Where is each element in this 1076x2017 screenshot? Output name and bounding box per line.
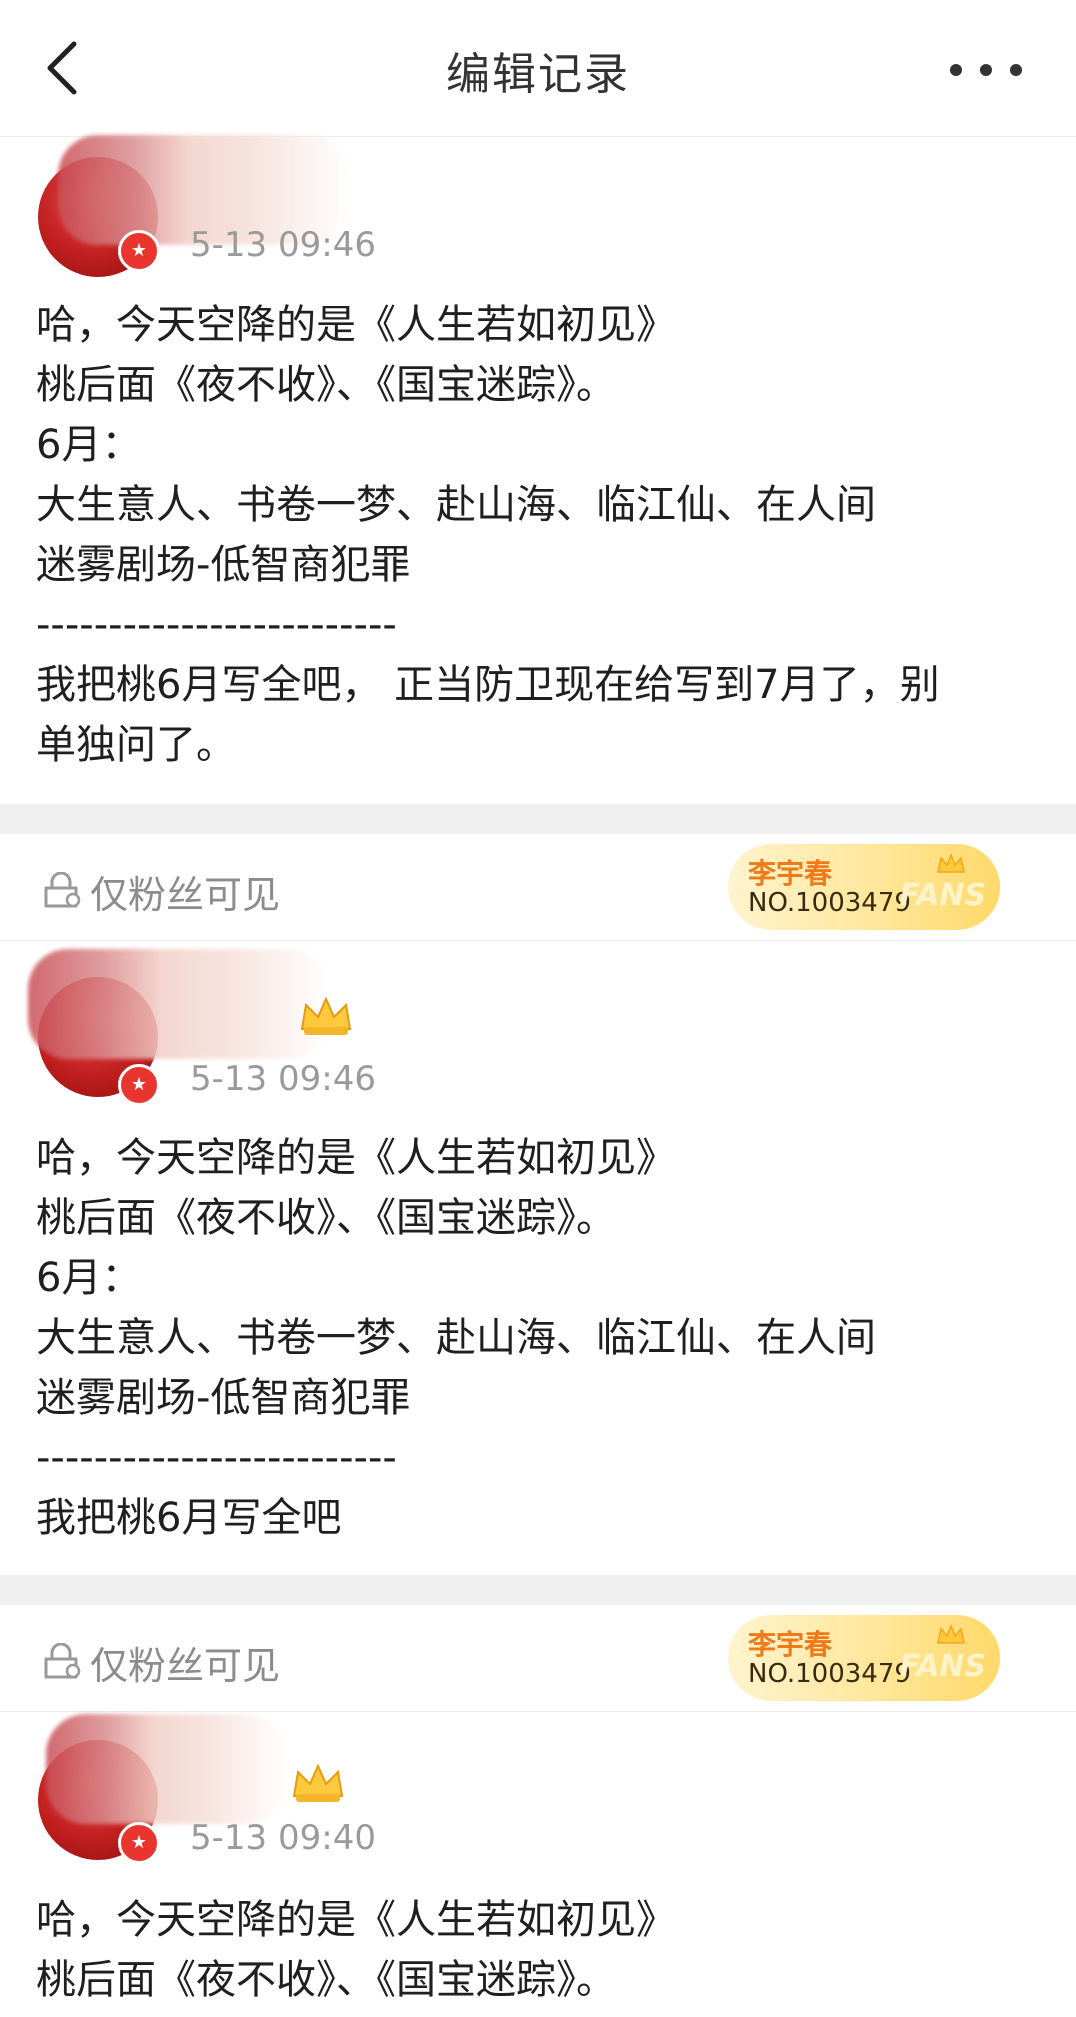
lock-icon [44, 1643, 81, 1679]
fan-card-name: 李宇春 [748, 857, 833, 890]
crown-icon [300, 996, 352, 1035]
fan-card-number: NO.1003479 [748, 888, 911, 918]
section-divider [0, 1575, 1076, 1605]
fan-card-word: FANS [899, 1649, 986, 1684]
star-badge-icon: ★ [118, 230, 160, 272]
crown-icon [292, 1763, 344, 1802]
edit-record-item: ★ 5-13 09:46 哈，今天空降的是《人生若如初见》 桃后面《夜不收》、《… [0, 135, 1076, 804]
fan-card[interactable]: 李宇春 NO.1003479 FANS [728, 1615, 1000, 1701]
username-redacted [28, 949, 328, 1059]
fans-only-bar: 仅粉丝可见 李宇春 NO.1003479 FANS [0, 1605, 1076, 1712]
more-dots-icon [980, 64, 992, 76]
crown-icon [937, 1623, 965, 1644]
fan-card[interactable]: 李宇春 NO.1003479 FANS [728, 844, 1000, 930]
fans-only-bar: 仅粉丝可见 李宇春 NO.1003479 FANS [0, 834, 1076, 941]
fan-card-name: 李宇春 [748, 1628, 833, 1661]
more-dots-icon [1010, 64, 1022, 76]
post-timestamp: 5-13 09:46 [190, 1059, 376, 1099]
crown-icon [937, 852, 965, 873]
fans-only-label: 仅粉丝可见 [90, 1644, 281, 1688]
lock-icon [44, 872, 81, 908]
edit-record-item: ★ 5-13 09:46 哈，今天空降的是《人生若如初见》 桃后面《夜不收》、《… [0, 941, 1076, 1575]
fan-card-number: NO.1003479 [748, 1659, 911, 1689]
star-badge-icon: ★ [118, 1822, 160, 1864]
fans-only-label: 仅粉丝可见 [90, 873, 281, 917]
post-timestamp: 5-13 09:46 [190, 225, 376, 265]
username-redacted [46, 1714, 286, 1824]
page-title: 编辑记录 [446, 49, 630, 100]
more-button[interactable] [946, 58, 1026, 82]
post-content: 哈，今天空降的是《人生若如初见》 桃后面《夜不收》、《国宝迷踪》。 [36, 1897, 676, 2003]
post-content: 哈，今天空降的是《人生若如初见》 桃后面《夜不收》、《国宝迷踪》。 6月： 大生… [36, 302, 940, 768]
post-content: 哈，今天空降的是《人生若如初见》 桃后面《夜不收》、《国宝迷踪》。 6月： 大生… [36, 1135, 876, 1541]
post-timestamp: 5-13 09:40 [190, 1818, 376, 1858]
star-badge-icon: ★ [118, 1064, 160, 1106]
edit-record-item: ★ 5-13 09:40 哈，今天空降的是《人生若如初见》 桃后面《夜不收》、《… [0, 1712, 1076, 2017]
nav-header: 编辑记录 [0, 0, 1076, 137]
section-divider [0, 804, 1076, 834]
more-dots-icon [950, 64, 962, 76]
fan-card-word: FANS [899, 878, 986, 913]
